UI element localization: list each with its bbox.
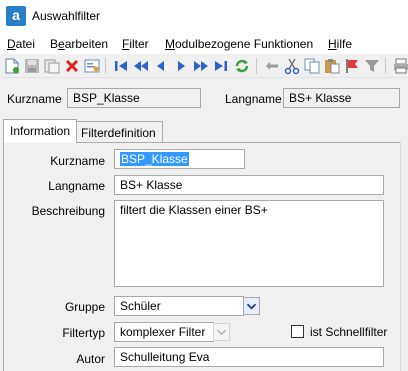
menu-filter[interactable]: Filter (122, 37, 149, 51)
back-arrow-icon[interactable] (263, 57, 281, 75)
prev-page-icon[interactable] (132, 57, 150, 75)
gruppe-select[interactable]: Schüler (114, 296, 244, 316)
panel-right-edge (400, 142, 408, 371)
first-icon[interactable] (112, 57, 130, 75)
toolbar-separator (256, 58, 257, 74)
last-icon[interactable] (212, 57, 230, 75)
chevron-down-icon (246, 303, 257, 310)
beschreibung-textarea[interactable]: filtert die Klassen einer BS+ (114, 200, 384, 287)
menu-bearbeiten[interactable]: Bearbeiten (50, 37, 108, 51)
chevron-down-icon (217, 329, 226, 336)
toolbar (0, 54, 408, 78)
autor-label: Autor (76, 352, 105, 366)
toolbar-separator (105, 58, 106, 74)
tab-information[interactable]: Information (3, 119, 78, 143)
app-icon: a (6, 6, 26, 26)
filter-icon[interactable] (363, 57, 381, 75)
next-icon[interactable] (172, 57, 190, 75)
kurzname-selected-text: BSP_Klasse (120, 152, 189, 166)
copy-record-icon[interactable] (43, 57, 61, 75)
langname-label: Langname (48, 179, 105, 193)
refresh-icon[interactable] (233, 57, 251, 75)
new-icon[interactable] (3, 57, 21, 75)
langname-input[interactable]: BS+ Klasse (114, 175, 384, 195)
gruppe-dropdown-button[interactable] (243, 297, 260, 315)
gruppe-label: Gruppe (64, 300, 105, 314)
title-bar: a Auswahlfilter (0, 0, 408, 32)
header-kurzname-label: Kurzname (7, 92, 62, 106)
header-langname-field: BS+ Klasse (283, 88, 400, 108)
print-icon[interactable] (392, 57, 408, 75)
kurzname-input[interactable]: BSP_Klasse (114, 149, 245, 169)
tab-filterdefinition[interactable]: Filterdefinition (74, 121, 163, 143)
header-langname-label: Langname (225, 92, 282, 106)
kurzname-label: Kurzname (50, 154, 105, 168)
filtertyp-dropdown-button[interactable] (213, 323, 230, 341)
paste-icon[interactable] (323, 57, 341, 75)
copy-icon[interactable] (303, 57, 321, 75)
menu-modulbezogene-funktionen[interactable]: Modulbezogene Funktionen (165, 37, 313, 51)
schnellfilter-checkbox[interactable] (291, 325, 304, 338)
cut-icon[interactable] (283, 57, 301, 75)
menu-datei[interactable]: Datei (7, 37, 35, 51)
window-title: Auswahlfilter (32, 9, 101, 23)
header-kurzname-field: BSP_Klasse (67, 88, 201, 108)
header-panel: Kurzname BSP_Klasse Langname BS+ Klasse (0, 78, 408, 123)
menu-bar: Datei Bearbeiten Filter Modulbezogene Fu… (0, 32, 408, 54)
autor-input[interactable]: Schulleitung Eva (114, 347, 384, 367)
beschreibung-label: Beschreibung (31, 204, 105, 218)
delete-icon[interactable] (63, 57, 81, 75)
menu-hilfe[interactable]: Hilfe (328, 37, 352, 51)
toolbar-separator (385, 58, 386, 74)
schnellfilter-label: ist Schnellfilter (310, 325, 388, 339)
filtertyp-label: Filtertyp (62, 326, 105, 340)
next-page-icon[interactable] (192, 57, 210, 75)
card-icon[interactable] (83, 57, 101, 75)
flag-icon[interactable] (343, 57, 361, 75)
filtertyp-select[interactable]: komplexer Filter (114, 322, 214, 342)
save-icon[interactable] (23, 57, 41, 75)
prev-icon[interactable] (152, 57, 170, 75)
